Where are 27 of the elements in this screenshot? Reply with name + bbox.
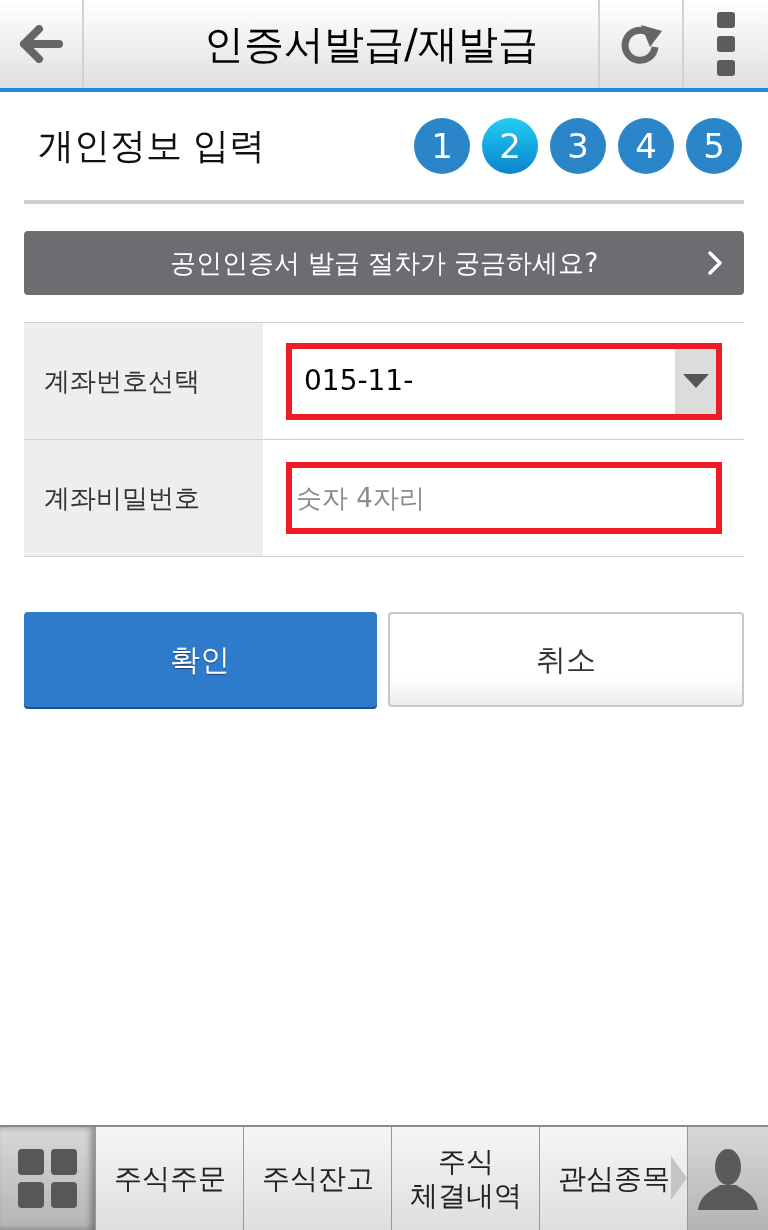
more-options-icon [716, 12, 736, 76]
nav-tab[interactable]: 주식주문 [95, 1127, 243, 1230]
refresh-icon [619, 23, 663, 65]
account-select[interactable]: 015-11- [286, 342, 722, 420]
form-label: 계좌비밀번호 [24, 440, 263, 556]
profile-button[interactable] [687, 1127, 768, 1230]
grid-icon [18, 1149, 77, 1208]
step-indicator: 1 [414, 118, 470, 174]
help-banner-button[interactable]: 공인인증서 발급 절차가 궁금하세요? [24, 231, 744, 295]
step-indicator: 5 [686, 118, 742, 174]
form-label: 계좌번호선택 [24, 323, 263, 439]
person-silhouette-icon [698, 1147, 758, 1210]
password-field[interactable]: 숫자 4자리 [286, 462, 722, 534]
back-arrow-icon [19, 25, 63, 63]
dropdown-caret-icon [675, 348, 716, 414]
nav-tab[interactable]: 관심종목 [539, 1127, 687, 1230]
window-title: 인증서발급/재발급 [204, 24, 538, 64]
section-title: 개인정보 입력 [38, 128, 266, 164]
cancel-button[interactable]: 취소 [387, 612, 744, 707]
step-indicator: 4 [618, 118, 674, 174]
nav-tab[interactable]: 주식 체결내역 [391, 1127, 539, 1230]
nav-tab[interactable]: 주식잔고 [243, 1127, 391, 1230]
grid-menu-button[interactable] [0, 1127, 95, 1230]
chevron-right-icon [708, 251, 722, 275]
step-indicator: 2 [482, 118, 538, 174]
confirm-button[interactable]: 확인 [24, 612, 377, 707]
step-indicator: 3 [550, 118, 606, 174]
